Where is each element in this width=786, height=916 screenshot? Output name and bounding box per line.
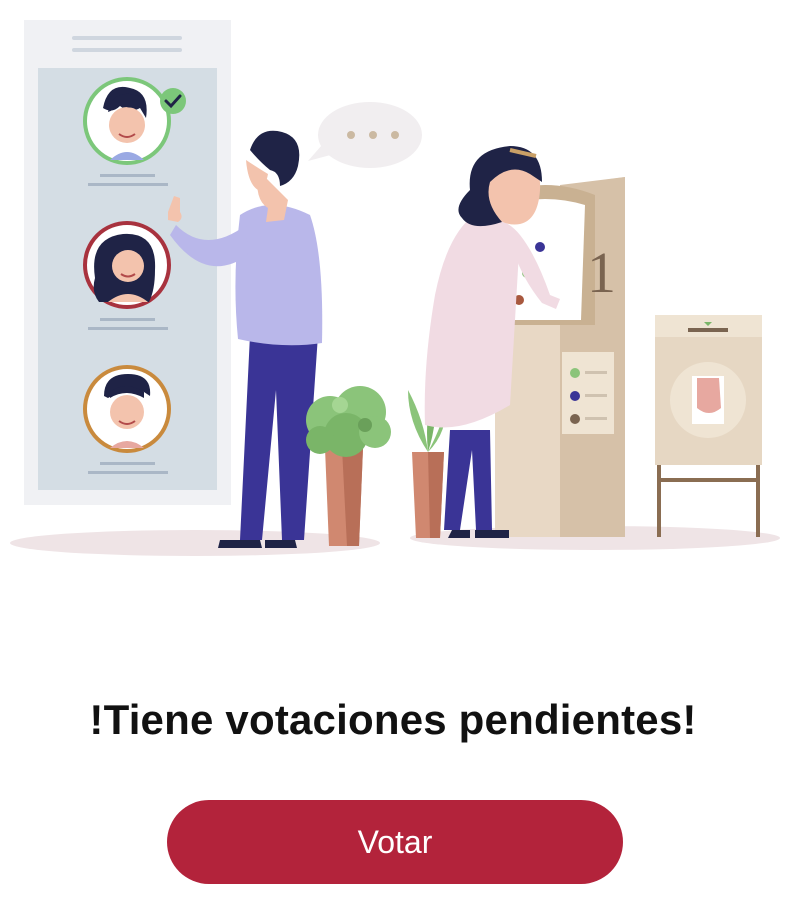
pending-votes-headline: !Tiene votaciones pendientes!	[89, 696, 697, 743]
candidate-avatar-man	[83, 365, 171, 453]
voting-illustration: 1	[10, 20, 780, 556]
candidate-list-panel	[24, 20, 231, 505]
speech-bubble	[308, 102, 422, 168]
candidate-avatar-woman	[83, 221, 171, 309]
ballot-box	[655, 315, 762, 537]
floor-shadow-left	[10, 530, 380, 556]
potted-plant	[306, 386, 391, 546]
booth-number: 1	[587, 240, 616, 305]
vote-button[interactable]: Votar	[167, 800, 623, 884]
